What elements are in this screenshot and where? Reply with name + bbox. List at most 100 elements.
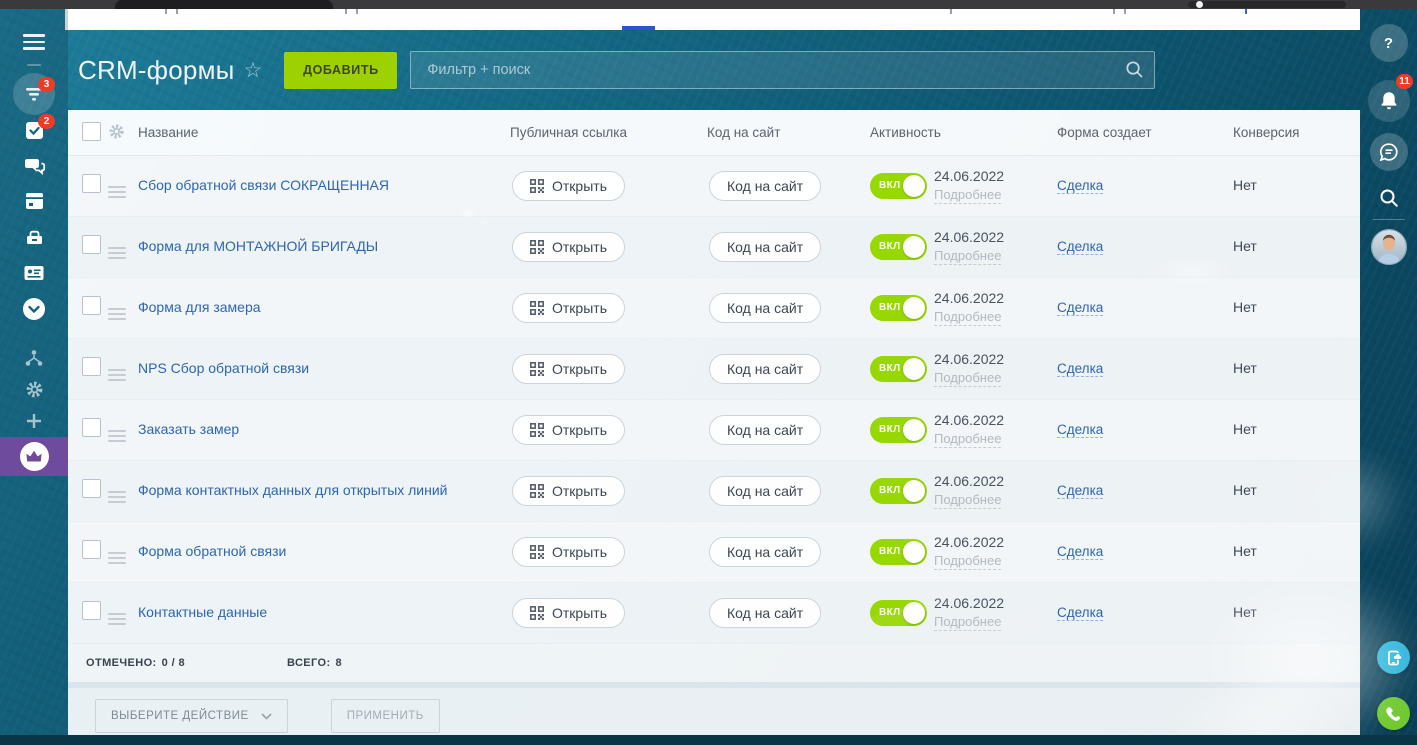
creates-link[interactable]: Сделка [1057, 544, 1104, 560]
sidebar-item-calendar[interactable] [0, 191, 68, 211]
favorite-star-icon[interactable]: ☆ [244, 58, 263, 83]
drag-handle-icon[interactable] [108, 612, 126, 625]
activity-toggle[interactable]: ВКЛ [870, 477, 927, 504]
sidebar-item-drive[interactable] [0, 227, 68, 247]
activity-toggle[interactable]: ВКЛ [870, 416, 927, 443]
drag-handle-icon[interactable] [108, 551, 126, 564]
sidebar-menu-button[interactable] [0, 34, 68, 50]
open-form-button[interactable]: Открыть [512, 598, 625, 628]
help-button[interactable]: ? [1360, 24, 1417, 62]
details-link[interactable]: Подробнее [934, 492, 1002, 509]
details-link[interactable]: Подробнее [934, 553, 1002, 570]
filter-search-input[interactable] [410, 51, 1156, 89]
sidebar-item-sitemap[interactable] [0, 349, 68, 367]
column-header-public-link[interactable]: Публичная ссылка [510, 125, 707, 140]
connect-device-fab[interactable] [1377, 641, 1410, 674]
column-header-conversion[interactable]: Конверсия [1233, 125, 1360, 140]
activity-toggle[interactable]: ВКЛ [870, 538, 927, 565]
row-checkbox[interactable] [82, 479, 101, 498]
sidebar-add-button[interactable] [0, 413, 68, 429]
gear-icon [26, 381, 42, 398]
row-checkbox[interactable] [82, 601, 101, 620]
column-header-activity[interactable]: Активность [866, 125, 1057, 140]
creates-link[interactable]: Сделка [1057, 178, 1104, 194]
drag-handle-icon[interactable] [108, 185, 126, 198]
site-code-button[interactable]: Код на сайт [709, 476, 822, 506]
site-code-button[interactable]: Код на сайт [709, 232, 822, 262]
telephony-fab[interactable] [1377, 697, 1410, 730]
sidebar-item-tasks[interactable]: 2 [0, 114, 68, 142]
column-header-site-code[interactable]: Код на сайт [707, 125, 866, 140]
creates-link[interactable]: Сделка [1057, 422, 1104, 438]
details-link[interactable]: Подробнее [934, 309, 1002, 326]
form-name-link[interactable]: Форма для замера [138, 299, 261, 315]
open-form-button[interactable]: Открыть [512, 476, 625, 506]
row-checkbox[interactable] [82, 357, 101, 376]
column-header-creates[interactable]: Форма создает [1057, 125, 1233, 140]
creates-link[interactable]: Сделка [1057, 483, 1104, 499]
open-form-button[interactable]: Открыть [512, 537, 625, 567]
open-form-button[interactable]: Открыть [512, 171, 625, 201]
activity-toggle[interactable]: ВКЛ [870, 233, 927, 260]
creates-link[interactable]: Сделка [1057, 239, 1104, 255]
drag-handle-icon[interactable] [108, 429, 126, 442]
sidebar-item-chat[interactable] [0, 155, 68, 177]
details-link[interactable]: Подробнее [934, 248, 1002, 265]
select-action-dropdown[interactable]: ВЫБЕРИТЕ ДЕЙСТВИЕ [95, 699, 288, 733]
row-checkbox[interactable] [82, 418, 101, 437]
row-checkbox[interactable] [82, 235, 101, 254]
drag-handle-icon[interactable] [108, 307, 126, 320]
activity-toggle[interactable]: ВКЛ [870, 355, 927, 382]
profile-button[interactable] [1360, 229, 1417, 265]
drag-handle-icon[interactable] [108, 490, 126, 503]
site-code-button[interactable]: Код на сайт [709, 171, 822, 201]
apply-button[interactable]: ПРИМЕНИТЬ [330, 699, 440, 733]
activity-toggle[interactable]: ВКЛ [870, 294, 927, 321]
drag-handle-icon[interactable] [108, 246, 126, 259]
details-link[interactable]: Подробнее [934, 614, 1002, 631]
add-button[interactable]: ДОБАВИТЬ [284, 51, 398, 89]
open-form-button[interactable]: Открыть [512, 293, 625, 323]
form-name-link[interactable]: NPS Сбор обратной связи [138, 360, 309, 376]
row-checkbox[interactable] [82, 296, 101, 315]
sidebar-item-license[interactable] [0, 437, 68, 476]
row-checkbox[interactable] [82, 540, 101, 559]
global-search-button[interactable] [1360, 187, 1417, 209]
form-name-link[interactable]: Заказать замер [138, 421, 239, 437]
open-form-button[interactable]: Открыть [512, 232, 625, 262]
form-name-link[interactable]: Форма контактных данных для открытых лин… [138, 482, 448, 498]
details-link[interactable]: Подробнее [934, 187, 1002, 204]
sidebar-item-crm[interactable] [0, 264, 68, 282]
site-code-button[interactable]: Код на сайт [709, 293, 822, 323]
activity-toggle[interactable]: ВКЛ [870, 172, 927, 199]
form-name-link[interactable]: Сбор обратной связи СОКРАЩЕННАЯ [138, 177, 389, 193]
site-code-button[interactable]: Код на сайт [709, 598, 822, 628]
creates-link[interactable]: Сделка [1057, 300, 1104, 316]
site-code-button[interactable]: Код на сайт [709, 537, 822, 567]
column-header-name[interactable]: Название [138, 125, 510, 140]
creates-link[interactable]: Сделка [1057, 361, 1104, 377]
form-name-link[interactable]: Форма для МОНТАЖНОЙ БРИГАДЫ [138, 238, 378, 254]
site-code-button[interactable]: Код на сайт [709, 415, 822, 445]
details-link[interactable]: Подробнее [934, 431, 1002, 448]
site-code-button[interactable]: Код на сайт [709, 354, 822, 384]
details-link[interactable]: Подробнее [934, 370, 1002, 387]
open-form-button[interactable]: Открыть [512, 415, 625, 445]
sidebar-more-button[interactable] [0, 297, 68, 321]
select-all-checkbox[interactable] [82, 121, 101, 141]
activity-toggle[interactable]: ВКЛ [870, 599, 927, 626]
grid-settings-gear-icon[interactable] [108, 123, 125, 140]
form-name-link[interactable]: Контактные данные [138, 604, 267, 620]
form-name-link[interactable]: Форма обратной связи [138, 543, 286, 559]
creates-link[interactable]: Сделка [1057, 605, 1104, 621]
open-form-button[interactable]: Открыть [512, 354, 625, 384]
sidebar-item-feed[interactable]: 3 [0, 73, 68, 115]
search-field-icon[interactable] [1124, 59, 1145, 80]
select-action-label: ВЫБЕРИТЕ ДЕЙСТВИЕ [111, 710, 249, 722]
drag-handle-icon[interactable] [108, 368, 126, 381]
row-checkbox[interactable] [82, 174, 101, 193]
sidebar-item-settings[interactable] [0, 380, 68, 399]
qr-code-icon [530, 301, 544, 315]
notifications-button[interactable]: 11 [1360, 74, 1417, 122]
messenger-button[interactable] [1360, 133, 1417, 171]
